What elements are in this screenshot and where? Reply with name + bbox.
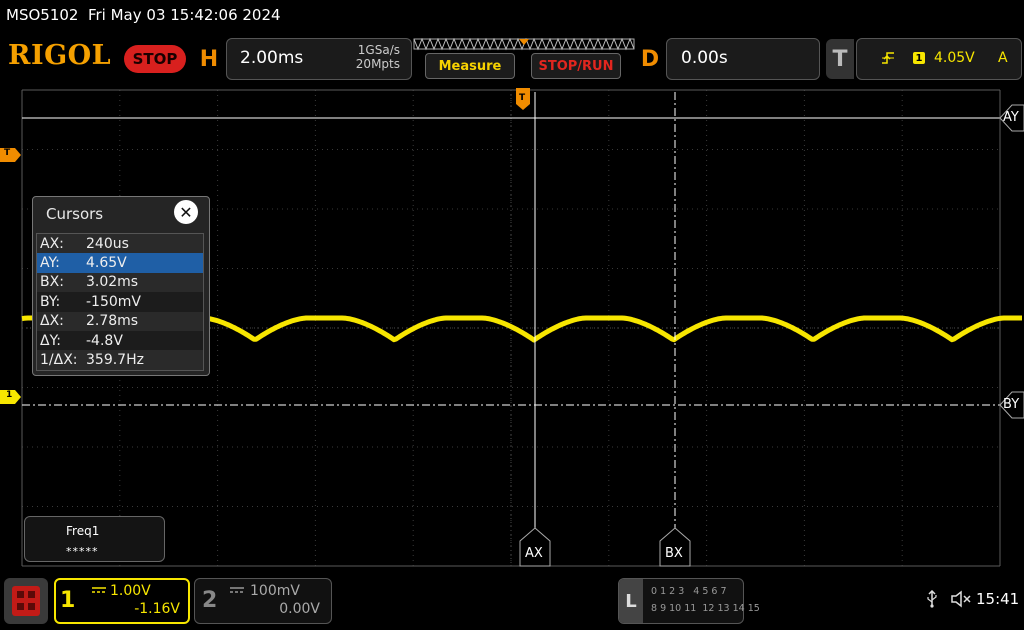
cursor-readout-key: 1/ΔX: bbox=[40, 352, 78, 369]
ch2-offset: 0.00V bbox=[279, 601, 320, 617]
measurement-name: Freq1 bbox=[66, 524, 100, 538]
cursor-readout-value: -150mV bbox=[86, 293, 141, 310]
title-line: MSO5102 Fri May 03 15:42:06 2024 bbox=[6, 6, 281, 24]
run-state-badge[interactable]: STOP bbox=[124, 45, 186, 73]
sample-rate: 1GSa/s bbox=[357, 43, 400, 57]
cursor-readout-row[interactable]: AY: 4.65V bbox=[37, 253, 203, 273]
rigol-logo: RIGOL bbox=[8, 40, 112, 71]
cursor-readout-row[interactable]: ΔX: 2.78ms bbox=[37, 311, 203, 331]
memory-depth: 20Mpts bbox=[355, 57, 400, 71]
cursor-bx-label: BX bbox=[665, 546, 683, 561]
ch1-number: 1 bbox=[60, 588, 76, 613]
cursor-ax-label: AX bbox=[525, 546, 543, 561]
menu-grid-icon bbox=[12, 586, 40, 616]
horizontal-key[interactable]: H bbox=[195, 39, 223, 79]
dc-coupling-icon bbox=[92, 587, 106, 593]
delay-key[interactable]: D bbox=[636, 39, 664, 79]
cursor-readout-row[interactable]: BY: -150mV bbox=[37, 292, 203, 312]
cursor-readout-row[interactable]: ΔY: -4.8V bbox=[37, 330, 203, 351]
ch1-ground-label: 1 bbox=[6, 390, 13, 400]
cursor-readout-key: AY: bbox=[40, 255, 60, 272]
trigger-position-label: T bbox=[519, 93, 526, 103]
main-menu-button[interactable] bbox=[4, 578, 48, 624]
cursor-readout-row[interactable]: BX: 3.02ms bbox=[37, 272, 203, 293]
cursor-readout-key: ΔY: bbox=[40, 332, 61, 349]
speaker-muted-icon[interactable] bbox=[950, 590, 972, 608]
logic-channels-row2: 8 9 10 11 12 13 14 15 bbox=[651, 603, 760, 614]
ch1-scale: 1.00V bbox=[110, 583, 151, 599]
cursor-readout-value: 3.02ms bbox=[86, 274, 139, 291]
cursor-readout-table: AX: 240us AY: 4.65V BX: 3.02ms BY: -150mV ΔX: 2.7… bbox=[36, 233, 204, 371]
close-icon[interactable]: ✕ bbox=[174, 200, 198, 224]
cursor-by-label: BY bbox=[1003, 397, 1020, 412]
stop-run-button[interactable]: STOP/RUN bbox=[531, 53, 621, 79]
cursor-readout-value: 359.7Hz bbox=[86, 352, 144, 369]
timebase-value: 2.00ms bbox=[240, 48, 304, 68]
cursors-panel-title: Cursors bbox=[46, 205, 104, 223]
cursor-readout-value: 240us bbox=[86, 235, 129, 252]
trigger-key[interactable]: T bbox=[826, 39, 854, 79]
cursor-readout-value: 2.78ms bbox=[86, 313, 139, 330]
ch2-number: 2 bbox=[202, 588, 218, 613]
cursor-readout-key: AX: bbox=[40, 235, 64, 252]
cursor-ay-label: AY bbox=[1003, 110, 1019, 125]
delay-value: 0.00s bbox=[681, 48, 728, 68]
logic-channels-row1: 0 1 2 3 4 5 6 7 bbox=[651, 586, 727, 597]
cursor-readout-key: ΔX: bbox=[40, 313, 64, 330]
measure-button[interactable]: Measure bbox=[425, 53, 515, 79]
cursor-readout-row[interactable]: 1/ΔX: 359.7Hz bbox=[37, 350, 203, 370]
dc-coupling-icon bbox=[230, 587, 244, 593]
cursor-readout-key: BX: bbox=[40, 274, 64, 291]
ch2-scale: 100mV bbox=[250, 583, 300, 599]
cursor-readout-value: -4.8V bbox=[86, 332, 123, 349]
cursor-readout-value: 4.65V bbox=[86, 255, 127, 272]
ch1-offset: -1.16V bbox=[134, 601, 180, 617]
cursor-readout-key: BY: bbox=[40, 293, 61, 310]
trigger-mode: A bbox=[998, 50, 1008, 66]
logic-key[interactable]: L bbox=[619, 579, 643, 623]
trigger-level-label: T bbox=[4, 148, 11, 158]
trigger-source-badge: 1 bbox=[913, 52, 925, 64]
rising-edge-icon bbox=[882, 52, 894, 64]
measurement-value: ***** bbox=[66, 545, 99, 558]
cursor-readout-row[interactable]: AX: 240us bbox=[37, 234, 203, 254]
trigger-level: 4.05V bbox=[934, 50, 975, 66]
clock: 15:41 bbox=[976, 590, 1020, 608]
trigger-memory-strip bbox=[413, 38, 635, 51]
usb-icon bbox=[927, 590, 937, 608]
